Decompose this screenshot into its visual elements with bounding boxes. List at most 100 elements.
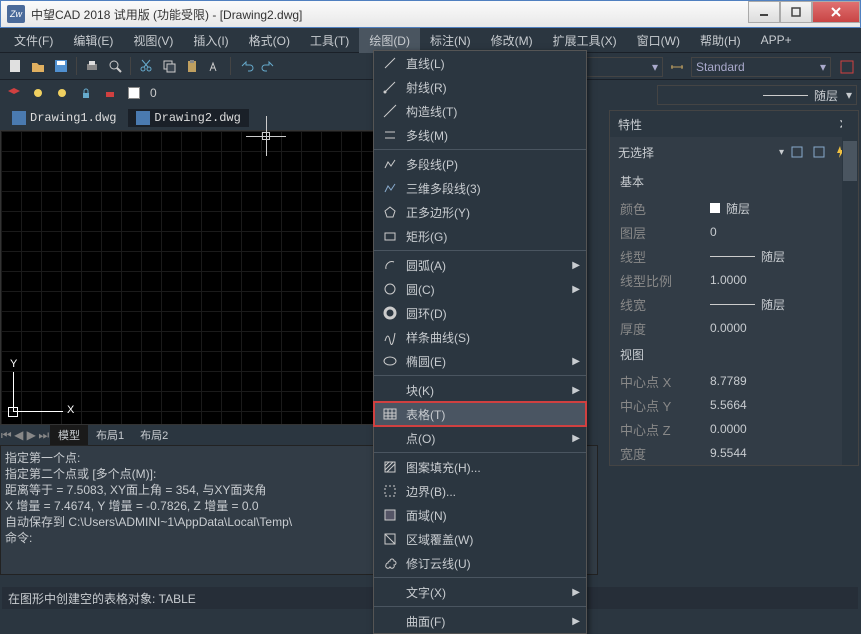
property-row[interactable]: 中心点 Y5.5664 (610, 393, 858, 417)
quickselect-icon[interactable] (788, 143, 806, 161)
undo-icon[interactable] (235, 55, 257, 77)
circle-icon (380, 279, 400, 299)
doc-tab[interactable]: Drawing2.dwg (128, 109, 248, 127)
menu-8[interactable]: 修改(M) (481, 28, 543, 53)
menubar: 文件(F)编辑(E)视图(V)插入(I)格式(O)工具(T)绘图(D)标注(N)… (0, 28, 861, 52)
cut-icon[interactable] (135, 55, 157, 77)
property-row[interactable]: 线宽随层 (610, 292, 858, 316)
property-row[interactable]: 厚度0.0000 (610, 316, 858, 340)
print-icon[interactable] (81, 55, 103, 77)
doc-tab[interactable]: Drawing1.dwg (4, 109, 124, 127)
layout-tab[interactable]: 布局1 (88, 425, 132, 445)
layout-tab[interactable]: 模型 (50, 425, 88, 445)
menu-12[interactable]: APP+ (751, 29, 802, 51)
menu-item-revcloud[interactable]: 修订云线(U) (374, 551, 586, 575)
menu-item-mline[interactable]: 多线(M) (374, 123, 586, 147)
selection-row: 无选择 ▾ (610, 137, 858, 167)
layer-name-dropdown[interactable]: 0 (144, 84, 163, 102)
menu-6[interactable]: 绘图(D) (359, 28, 420, 53)
menu-1[interactable]: 编辑(E) (63, 28, 123, 53)
maximize-button[interactable] (780, 1, 812, 23)
menu-5[interactable]: 工具(T) (300, 28, 359, 53)
window-title: 中望CAD 2018 试用版 (功能受限) - [Drawing2.dwg] (31, 6, 748, 23)
pline-icon (380, 154, 400, 174)
save-icon[interactable] (50, 55, 72, 77)
section-header[interactable]: 基本▾ (610, 167, 858, 196)
pickadd-icon[interactable] (810, 143, 828, 161)
layout-nav[interactable]: ⏭ (38, 428, 51, 443)
menu-item-polygon[interactable]: 正多边形(Y) (374, 200, 586, 224)
menu-item-circle[interactable]: 圆(C)▶ (374, 277, 586, 301)
menu-item-block[interactable]: 块(K)▶ (374, 378, 586, 402)
rect-icon (380, 226, 400, 246)
redo-icon[interactable] (258, 55, 280, 77)
property-row[interactable]: 宽度9.5544 (610, 441, 858, 465)
block-icon (380, 380, 400, 400)
linetype-dropdown[interactable]: 随层 (657, 85, 857, 105)
property-row[interactable]: 图层0 (610, 220, 858, 244)
layer-freeze-icon[interactable] (52, 83, 72, 103)
menu-item-text[interactable]: 文字(X)▶ (374, 580, 586, 604)
menu-9[interactable]: 扩展工具(X) (543, 28, 627, 53)
menu-item-arc[interactable]: 圆弧(A)▶ (374, 253, 586, 277)
open-icon[interactable] (27, 55, 49, 77)
xline-icon (380, 101, 400, 121)
layout-nav[interactable]: ⏮ (0, 428, 13, 443)
menu-item-table[interactable]: 表格(T) (374, 402, 586, 426)
menu-0[interactable]: 文件(F) (4, 28, 63, 53)
dimstyle-dropdown[interactable]: Standard▾ (691, 57, 831, 77)
properties-scrollbar[interactable] (842, 111, 858, 465)
menu-7[interactable]: 标注(N) (420, 28, 481, 53)
menu-4[interactable]: 格式(O) (239, 28, 300, 53)
menu-item-surface[interactable]: 曲面(F)▶ (374, 609, 586, 633)
menu-item-pline[interactable]: 多段线(P) (374, 152, 586, 176)
property-row[interactable]: 中心点 X8.7789 (610, 369, 858, 393)
menu-2[interactable]: 视图(V) (123, 28, 183, 53)
layer-lock-icon[interactable] (76, 83, 96, 103)
surface-icon (380, 611, 400, 631)
menu-item-line[interactable]: 直线(L) (374, 51, 586, 75)
menu-item-spline[interactable]: 样条曲线(S) (374, 325, 586, 349)
menu-item-donut[interactable]: 圆环(D) (374, 301, 586, 325)
properties-panel: 特性 ✕ 无选择 ▾ 基本▾颜色随层图层0线型随层线型比例1.0000线宽随层厚… (609, 110, 859, 466)
menu-item-wipeout[interactable]: 区域覆盖(W) (374, 527, 586, 551)
line-icon (380, 53, 400, 73)
copy-icon[interactable] (158, 55, 180, 77)
layer-plot-icon[interactable] (100, 83, 120, 103)
menu-item-3dpoly[interactable]: 三维多段线(3) (374, 176, 586, 200)
section-header[interactable]: 视图▾ (610, 340, 858, 369)
drawing-canvas[interactable]: Y X (0, 130, 375, 425)
menu-3[interactable]: 插入(I) (183, 28, 238, 53)
menu-item-hatch[interactable]: 图案填充(H)... (374, 455, 586, 479)
paste-icon[interactable] (181, 55, 203, 77)
close-button[interactable] (812, 1, 860, 23)
property-row[interactable]: 线型随层 (610, 244, 858, 268)
file-icon (12, 111, 26, 125)
layout-nav[interactable]: ◀ (13, 428, 26, 443)
minimize-button[interactable] (748, 1, 780, 23)
new-icon[interactable] (4, 55, 26, 77)
menu-item-xline[interactable]: 构造线(T) (374, 99, 586, 123)
match-icon[interactable] (204, 55, 226, 77)
selection-dropdown[interactable]: 无选择 (618, 144, 775, 161)
spline-icon (380, 327, 400, 347)
menu-item-rect[interactable]: 矩形(G) (374, 224, 586, 248)
property-row[interactable]: 线型比例1.0000 (610, 268, 858, 292)
menu-item-ellipse[interactable]: 椭圆(E)▶ (374, 349, 586, 373)
preview-icon[interactable] (104, 55, 126, 77)
property-row[interactable]: 中心点 Z0.0000 (610, 417, 858, 441)
menu-item-boundary[interactable]: 边界(B)... (374, 479, 586, 503)
menu-item-point[interactable]: 点(O)▶ (374, 426, 586, 450)
layer-on-icon[interactable] (28, 83, 48, 103)
menu-10[interactable]: 窗口(W) (627, 28, 690, 53)
hatch-icon (380, 457, 400, 477)
layer-manager-icon[interactable] (4, 83, 24, 103)
layout-tab[interactable]: 布局2 (132, 425, 176, 445)
layout-nav[interactable]: ▶ (25, 428, 38, 443)
menu-11[interactable]: 帮助(H) (690, 28, 751, 53)
layer-color-swatch[interactable] (128, 87, 140, 99)
style-tool-icon[interactable] (837, 57, 857, 77)
menu-item-region[interactable]: 面域(N) (374, 503, 586, 527)
menu-item-ray[interactable]: 射线(R) (374, 75, 586, 99)
property-row[interactable]: 颜色随层 (610, 196, 858, 220)
